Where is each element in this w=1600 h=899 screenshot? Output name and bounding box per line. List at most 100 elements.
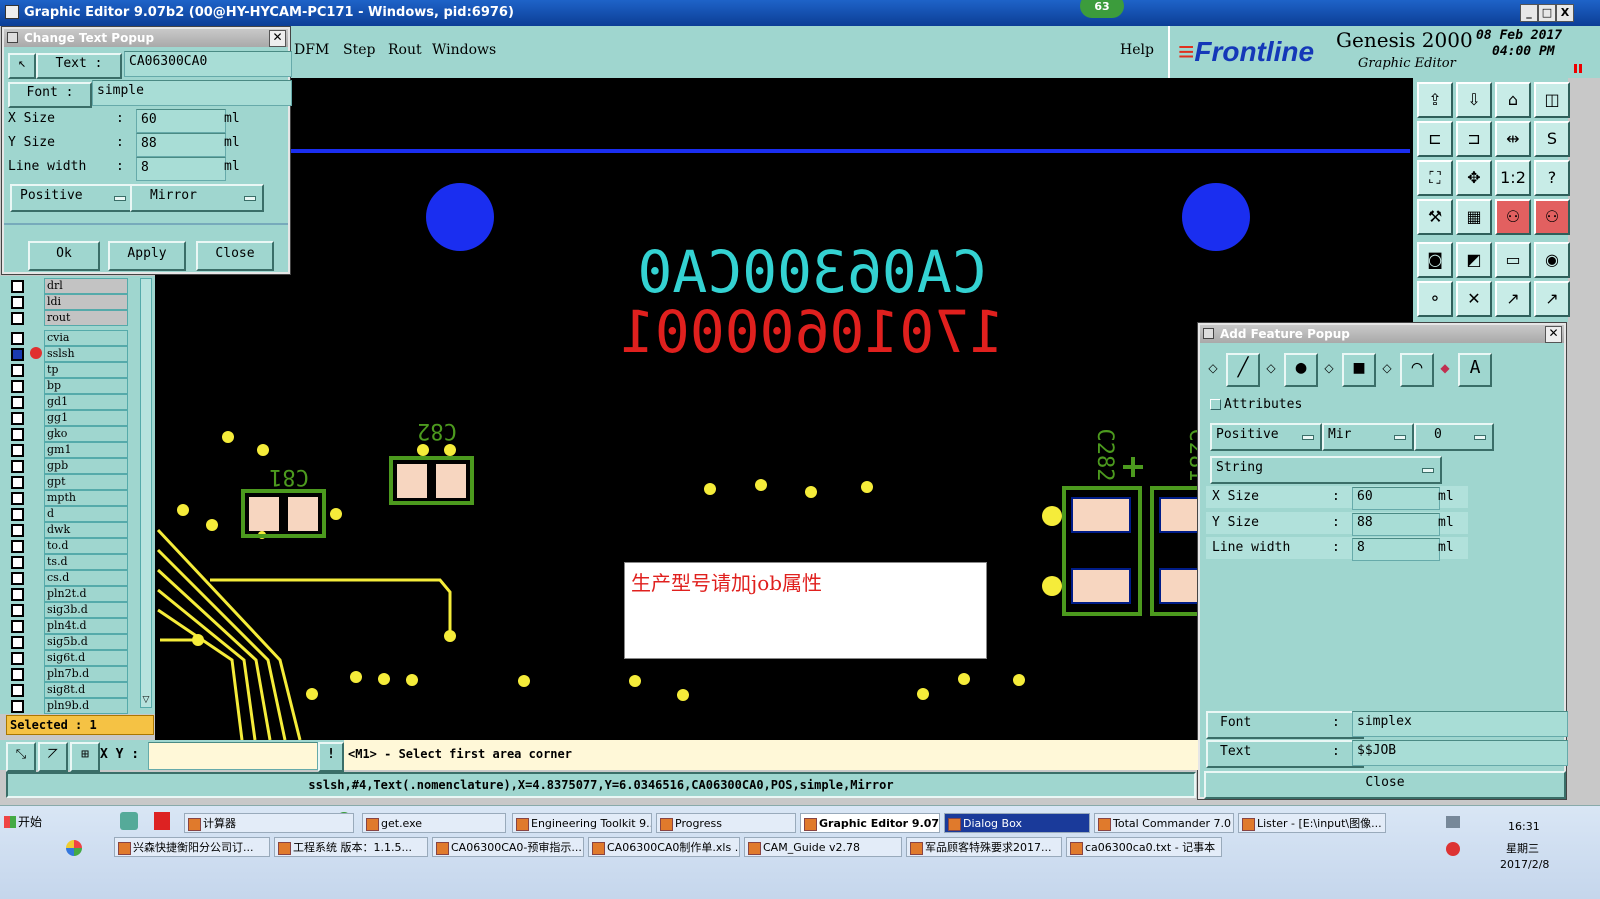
layer-checkbox[interactable] bbox=[11, 636, 24, 649]
taskbar-button[interactable]: Graphic Editor 9.07... bbox=[800, 813, 940, 833]
add-feature-titlebar[interactable]: Add Feature Popup ✕ bbox=[1200, 325, 1564, 343]
fit-icon[interactable]: ⛶ bbox=[1417, 160, 1453, 196]
layer-checkbox[interactable] bbox=[11, 444, 24, 457]
pick-text-button[interactable]: ↖ bbox=[8, 53, 36, 79]
layer-checkbox[interactable] bbox=[11, 684, 24, 697]
taskbar-button[interactable]: Total Commander 7.0 ... bbox=[1094, 813, 1234, 833]
taskbar-button[interactable]: Engineering Toolkit 9.... bbox=[512, 813, 652, 833]
dialog-box[interactable]: 生产型号请加job属性 bbox=[624, 562, 987, 659]
menu-rout[interactable]: Rout bbox=[388, 42, 422, 58]
layer-row[interactable]: rout bbox=[8, 310, 128, 326]
exclamation-icon[interactable]: ! bbox=[318, 742, 344, 772]
layer-checkbox[interactable] bbox=[11, 460, 24, 473]
open-job-icon[interactable]: ⇪ bbox=[1417, 82, 1453, 118]
layer-row[interactable]: sig3b.d bbox=[8, 602, 128, 618]
menu-dfm[interactable]: DFM bbox=[294, 42, 329, 58]
layer-row[interactable]: pln7b.d bbox=[8, 666, 128, 682]
menu-step[interactable]: Step bbox=[343, 42, 375, 58]
layer-row[interactable]: dwk bbox=[8, 522, 128, 538]
polarity-option[interactable]: Positive bbox=[10, 184, 134, 212]
text-field[interactable]: CA06300CA0 bbox=[124, 51, 292, 77]
layer-row[interactable]: gd1 bbox=[8, 394, 128, 410]
taskbar-button[interactable]: CA06300CA0-预审指示.... bbox=[432, 837, 584, 857]
grid-toggle-icon[interactable]: ▦ bbox=[1456, 199, 1492, 235]
af-close-button[interactable]: Close bbox=[1204, 771, 1566, 799]
layer-row[interactable]: d bbox=[8, 506, 128, 522]
taskbar-button[interactable]: get.exe bbox=[362, 813, 506, 833]
layer-checkbox[interactable] bbox=[11, 312, 24, 325]
layer-row[interactable]: gpt bbox=[8, 474, 128, 490]
taskbar-button[interactable]: 军品顾客特殊要求2017... bbox=[906, 837, 1062, 857]
tools-icon[interactable]: ⚒ bbox=[1417, 199, 1453, 235]
change-text-close-icon[interactable]: ✕ bbox=[269, 30, 286, 47]
attributes-checkbox[interactable] bbox=[1210, 399, 1221, 410]
layer-checkbox[interactable] bbox=[11, 620, 24, 633]
change-text-popup-titlebar[interactable]: Change Text Popup ✕ bbox=[4, 29, 288, 47]
layer-row[interactable]: sig5b.d bbox=[8, 634, 128, 650]
close-button[interactable]: Close bbox=[196, 241, 274, 271]
quick-launch-icon[interactable] bbox=[66, 840, 82, 856]
layer-checkbox[interactable] bbox=[11, 296, 24, 309]
layer-checkbox[interactable] bbox=[11, 668, 24, 681]
layer-checkbox[interactable] bbox=[11, 380, 24, 393]
layer-row[interactable]: cvia bbox=[8, 330, 128, 346]
taskbar-button[interactable]: ca06300ca0.txt - 记事本 bbox=[1066, 837, 1222, 857]
af-polarity-option[interactable]: Positive bbox=[1210, 423, 1322, 451]
connect-icon[interactable]: ↗ bbox=[1495, 281, 1531, 317]
grid-button[interactable]: ⊞ bbox=[70, 742, 100, 772]
layer-checkbox[interactable] bbox=[11, 492, 24, 505]
net-icon[interactable]: ⚇ bbox=[1495, 199, 1531, 235]
layer-row[interactable]: sig6t.d bbox=[8, 650, 128, 666]
text-tool-icon[interactable]: A bbox=[1458, 353, 1492, 387]
taskbar-button[interactable]: CAM_Guide v2.78 bbox=[744, 837, 902, 857]
layer-checkbox[interactable] bbox=[11, 556, 24, 569]
zoom-out-icon[interactable]: ⊐ bbox=[1456, 121, 1492, 157]
measure-icon[interactable]: ⚇ bbox=[1534, 199, 1570, 235]
af-text-field[interactable]: $$JOB bbox=[1352, 740, 1568, 766]
maximize-button[interactable]: □ bbox=[1538, 4, 1556, 22]
taskbar-button[interactable]: 工程系统 版本：1.1.5... bbox=[274, 837, 428, 857]
line-tool-icon[interactable]: ╱ bbox=[1226, 353, 1260, 387]
font-field[interactable]: simple bbox=[92, 80, 292, 106]
pad-tool-icon[interactable]: ● bbox=[1284, 353, 1318, 387]
window-badge[interactable]: 63 bbox=[1080, 0, 1124, 18]
quick-launch-tools[interactable] bbox=[120, 812, 138, 830]
node-icon[interactable]: ⚬ bbox=[1417, 281, 1453, 317]
font-label-button[interactable]: Font : bbox=[8, 82, 92, 108]
tray-network-icon[interactable] bbox=[1446, 816, 1460, 828]
camera-icon[interactable]: ◙ bbox=[1417, 242, 1453, 278]
layer-row[interactable]: bp bbox=[8, 378, 128, 394]
menu-help[interactable]: Help bbox=[1120, 42, 1154, 58]
af-linewidth-field[interactable]: 8 bbox=[1352, 538, 1440, 561]
layer-checkbox[interactable] bbox=[11, 348, 24, 361]
scroll-down-icon[interactable]: ▽ bbox=[141, 695, 151, 707]
arc-tool-icon[interactable]: ◠ bbox=[1400, 353, 1434, 387]
color-icon[interactable]: ◩ bbox=[1456, 242, 1492, 278]
layer-checkbox[interactable] bbox=[11, 428, 24, 441]
ok-button[interactable]: Ok bbox=[28, 241, 100, 271]
scale-icon[interactable]: 1:2 bbox=[1495, 160, 1531, 196]
af-ysize-field[interactable]: 88 bbox=[1352, 513, 1440, 536]
af-type-option[interactable]: String bbox=[1210, 456, 1442, 484]
close-window-button[interactable]: X bbox=[1556, 4, 1574, 22]
layer-checkbox[interactable] bbox=[11, 364, 24, 377]
layer-row[interactable]: pln4t.d bbox=[8, 618, 128, 634]
mirror-option[interactable]: Mirror bbox=[130, 184, 264, 212]
home-icon[interactable]: ⌂ bbox=[1495, 82, 1531, 118]
ruler-icon[interactable]: ▭ bbox=[1495, 242, 1531, 278]
layer-checkbox[interactable] bbox=[11, 396, 24, 409]
save-icon[interactable]: ⇩ bbox=[1456, 82, 1492, 118]
layer-row[interactable]: gg1 bbox=[8, 410, 128, 426]
taskbar-button[interactable]: Lister - [E:\input\图像... bbox=[1238, 813, 1386, 833]
layer-checkbox[interactable] bbox=[11, 280, 24, 293]
layer-scrollbar[interactable]: ▽ bbox=[140, 278, 152, 708]
taskbar-button[interactable]: 计算器 bbox=[184, 813, 354, 833]
xsize-field[interactable]: 60 bbox=[136, 109, 226, 133]
layer-row[interactable]: drl bbox=[8, 278, 128, 294]
af-font-field[interactable]: simplex bbox=[1352, 711, 1568, 737]
layer-row[interactable]: tp bbox=[8, 362, 128, 378]
layer-row[interactable]: sig8t.d bbox=[8, 682, 128, 698]
layer-window-icon[interactable]: ◫ bbox=[1534, 82, 1570, 118]
help-icon[interactable]: ? bbox=[1534, 160, 1570, 196]
xy-input[interactable] bbox=[148, 742, 318, 770]
